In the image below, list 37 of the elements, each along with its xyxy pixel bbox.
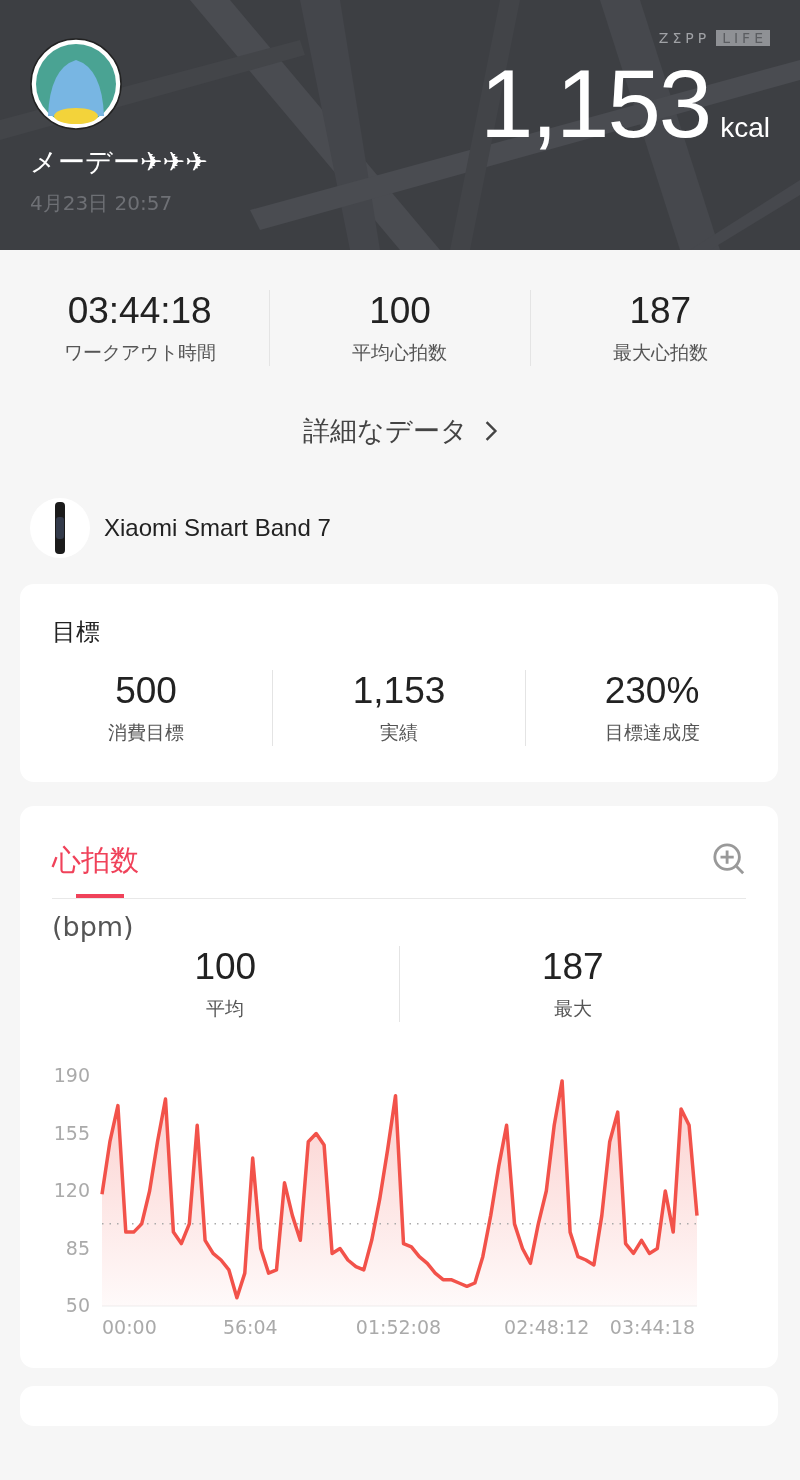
chevron-icon: [483, 420, 498, 442]
goal-value: 1,153: [352, 670, 446, 712]
heart-rate-label: 最大: [553, 996, 592, 1021]
stat-value: 100: [369, 290, 431, 332]
stat-value: 03:44:18: [67, 290, 212, 332]
x-tick-label: 03:44:18: [609, 1316, 696, 1336]
heart-rate-value: 187: [541, 946, 604, 988]
stat-value: 187: [629, 290, 692, 332]
calories-value: 1,153: [479, 54, 711, 155]
goal-label: 消費目標: [108, 720, 184, 745]
x-tick-label: 01:52:08: [355, 1316, 442, 1336]
calories-unit: kcal: [720, 112, 770, 144]
details-link[interactable]: 詳細なデータ: [296, 412, 504, 450]
goal-label: 実績: [380, 720, 418, 745]
device-name: Xiaomi Smart Band 7: [104, 514, 331, 542]
stat-label: 最大心拍数: [612, 340, 708, 365]
goal-value: 230%: [604, 670, 700, 712]
x-tick-label: 56:04: [222, 1316, 278, 1336]
y-tick-label: 120: [53, 1179, 90, 1201]
x-tick-label: 02:48:12: [504, 1316, 590, 1336]
heart-rate-value: 100: [194, 946, 257, 988]
y-tick-label: 50: [65, 1294, 90, 1316]
avatar-icon[interactable]: [30, 38, 122, 130]
x-tick-label: 00:00: [102, 1316, 157, 1336]
band-icon: [30, 498, 90, 558]
zoom-in-icon[interactable]: [712, 842, 746, 876]
stat-label: ワークアウト時間: [63, 340, 216, 365]
goal-label: 目標達成度: [604, 720, 700, 745]
unit-label: (bpm): [52, 911, 135, 942]
goal-value: 500: [115, 670, 177, 712]
y-tick-label: 85: [65, 1236, 90, 1259]
user-name: メーデー✈✈✈: [30, 145, 208, 179]
y-tick-label: 155: [53, 1121, 90, 1144]
heart-rate-label: 平均: [206, 996, 245, 1021]
y-tick-label: 190: [53, 1064, 90, 1086]
card-title: 目標: [51, 617, 101, 648]
stat-label: 平均心拍数: [352, 340, 448, 365]
